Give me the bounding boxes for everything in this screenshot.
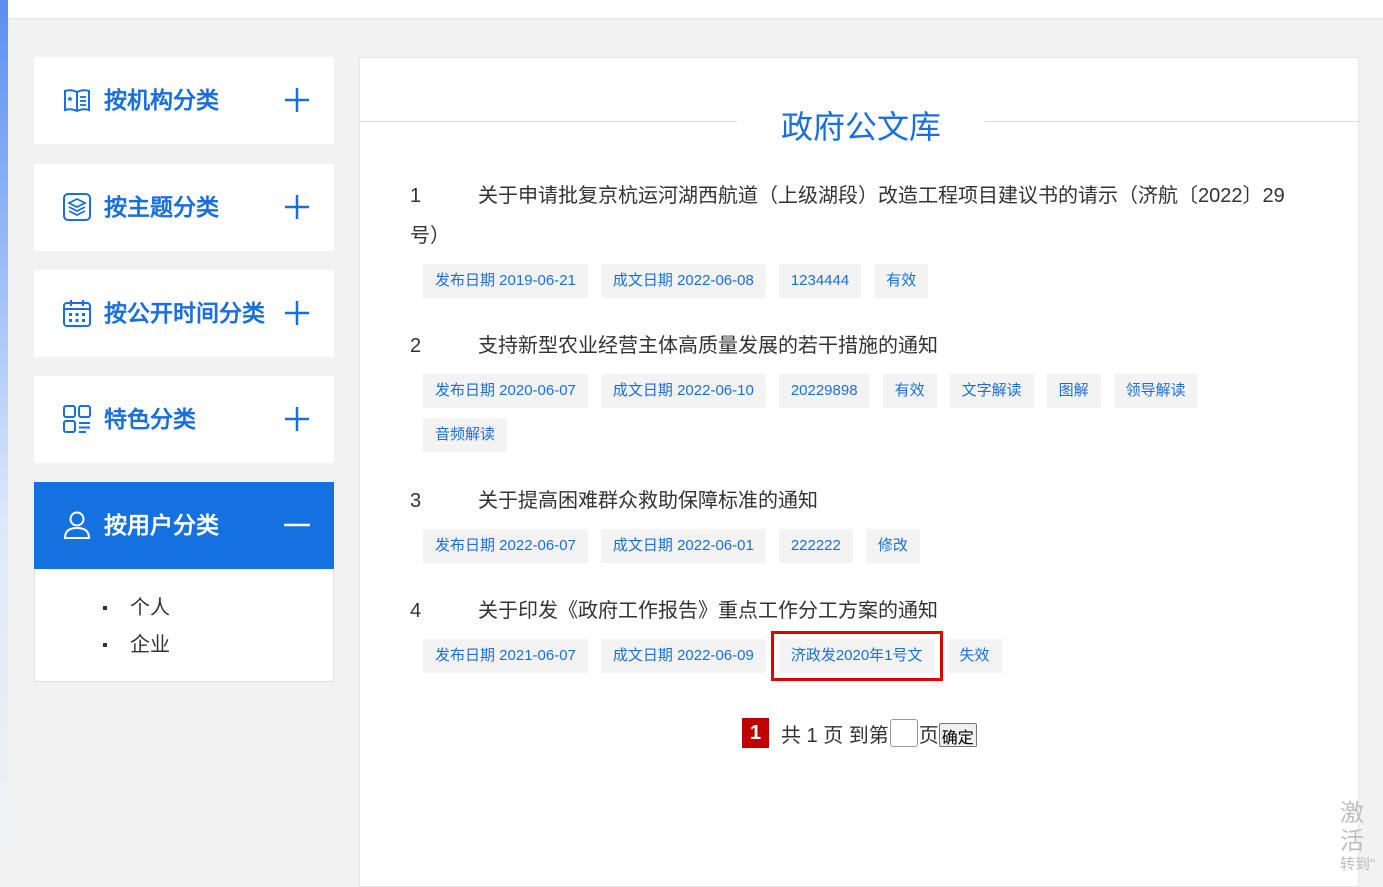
doc-tags: 发布日期 2022-06-07 成文日期 2022-06-01 222222 修改 <box>410 529 1310 573</box>
doc-code-tag-highlighted[interactable]: 济政发2020年1号文 <box>770 631 943 681</box>
doc-number: 3 <box>410 490 422 512</box>
publish-date-tag[interactable]: 发布日期 2020-06-07 <box>423 374 588 408</box>
sidebar-item-label: 特色分类 <box>104 406 196 432</box>
sub-item-enterprise[interactable]: 企业 <box>103 630 170 667</box>
minus-icon[interactable] <box>282 510 312 540</box>
status-tag[interactable]: 修改 <box>865 529 920 563</box>
written-date-tag[interactable]: 成文日期 2022-06-01 <box>600 529 766 563</box>
doc-tags: 发布日期 2020-06-07 成文日期 2022-06-10 20229898 有效… <box>410 374 1310 462</box>
sidebar-item-special[interactable]: 特色分类 <box>34 376 334 463</box>
sidebar-item-label: 按主题分类 <box>104 194 219 220</box>
top-bar <box>0 0 1383 19</box>
document-library-panel: 政府公文库 1 关于申请批复京杭运河湖西航道（上级湖段）改造工程项目建议书的请示（… <box>359 57 1360 887</box>
sidebar-item-label: 按机构分类 <box>104 87 219 113</box>
pagination: 1 共 1 页 到第 页 确定 <box>742 718 977 748</box>
page-total-text: 共 1 页 到第 <box>781 724 889 747</box>
status-tag[interactable]: 有效 <box>874 264 929 298</box>
doc-title: 关于印发《政府工作报告》重点工作分工方案的通知 <box>478 600 938 622</box>
left-edge-decoration <box>0 0 8 866</box>
activation-watermark: 激活 转到" <box>1340 800 1383 874</box>
doc-title-link[interactable]: 1 关于申请批复京杭运河湖西航道（上级湖段）改造工程项目建议书的请示（济航〔202… <box>410 176 1310 256</box>
doc-number: 1 <box>410 185 422 207</box>
doc-number: 2 <box>410 335 422 357</box>
calendar-icon <box>63 300 91 327</box>
written-date-tag[interactable]: 成文日期 2022-06-08 <box>600 264 766 298</box>
watermark-line2: 转到" <box>1340 856 1376 873</box>
graphic-interpretation-tag[interactable]: 图解 <box>1046 374 1101 408</box>
doc-item: 1 关于申请批复京杭运河湖西航道（上级湖段）改造工程项目建议书的请示（济航〔202… <box>410 176 1310 308</box>
plus-icon[interactable] <box>282 404 312 434</box>
publish-date-tag[interactable]: 发布日期 2019-06-21 <box>423 264 588 298</box>
doc-title: 支持新型农业经营主体高质量发展的若干措施的通知 <box>478 335 938 357</box>
sidebar-item-label: 按公开时间分类 <box>104 300 265 326</box>
doc-code-tag[interactable]: 20229898 <box>778 374 870 408</box>
status-tag[interactable]: 失效 <box>947 639 1002 673</box>
doc-title: 关于提高困难群众救助保障标准的通知 <box>478 490 818 512</box>
written-date-tag[interactable]: 成文日期 2022-06-09 <box>600 639 766 673</box>
doc-tags: 发布日期 2021-06-07 成文日期 2022-06-09 济政发2020年1号… <box>410 631 1310 683</box>
watermark-line1: 激活 <box>1340 800 1364 855</box>
publish-date-tag[interactable]: 发布日期 2022-06-07 <box>423 529 588 563</box>
doc-item: 3 关于提高困难群众救助保障标准的通知 发布日期 2022-06-07 成文日期 2… <box>410 481 1310 573</box>
leader-interpretation-tag[interactable]: 领导解读 <box>1113 374 1198 408</box>
status-tag[interactable]: 有效 <box>882 374 937 408</box>
doc-number: 4 <box>410 600 422 622</box>
user-sub-panel: 个人 企业 <box>34 569 334 682</box>
sidebar-item-topic[interactable]: 按主题分类 <box>34 164 334 251</box>
sidebar-item-label: 按用户分类 <box>104 512 219 538</box>
doc-code-tag[interactable]: 1234444 <box>778 264 862 298</box>
doc-title: 关于申请批复京杭运河湖西航道（上级湖段）改造工程项目建议书的请示（济航〔2022… <box>410 185 1285 247</box>
doc-title-link[interactable]: 4 关于印发《政府工作报告》重点工作分工方案的通知 <box>410 591 1310 631</box>
page-jump-input[interactable] <box>889 719 918 747</box>
sidebar-item-time[interactable]: 按公开时间分类 <box>34 270 334 357</box>
plus-icon[interactable] <box>282 192 312 222</box>
doc-title-link[interactable]: 2 支持新型农业经营主体高质量发展的若干措施的通知 <box>410 326 1310 366</box>
written-date-tag[interactable]: 成文日期 2022-06-10 <box>600 374 766 408</box>
user-icon <box>63 511 91 539</box>
plus-icon[interactable] <box>282 85 312 115</box>
doc-tags: 发布日期 2019-06-21 成文日期 2022-06-08 1234444 有效 <box>410 264 1310 308</box>
title-divider-left <box>360 121 737 122</box>
sidebar-item-org[interactable]: 按机构分类 <box>34 57 334 144</box>
publish-date-tag[interactable]: 发布日期 2021-06-07 <box>423 639 588 673</box>
sub-item-personal[interactable]: 个人 <box>103 593 170 630</box>
grid-list-icon <box>63 405 91 433</box>
audio-interpretation-tag[interactable]: 音频解读 <box>423 418 508 452</box>
title-divider-right <box>985 121 1360 122</box>
layers-icon <box>63 193 91 221</box>
current-page-number[interactable]: 1 <box>742 718 769 748</box>
doc-item: 2 支持新型农业经营主体高质量发展的若干措施的通知 发布日期 2020-06-07… <box>410 326 1310 462</box>
plus-icon[interactable] <box>282 298 312 328</box>
confirm-button[interactable]: 确定 <box>938 723 977 747</box>
doc-title-link[interactable]: 3 关于提高困难群众救助保障标准的通知 <box>410 481 1310 521</box>
doc-code-tag[interactable]: 222222 <box>778 529 853 563</box>
doc-item: 4 关于印发《政府工作报告》重点工作分工方案的通知 发布日期 2021-06-07… <box>410 591 1310 683</box>
page-title: 政府公文库 <box>780 109 941 145</box>
sidebar-item-user[interactable]: 按用户分类 <box>34 482 334 569</box>
org-book-icon <box>64 89 90 113</box>
text-interpretation-tag[interactable]: 文字解读 <box>949 374 1034 408</box>
page-suffix: 页 <box>918 724 939 747</box>
